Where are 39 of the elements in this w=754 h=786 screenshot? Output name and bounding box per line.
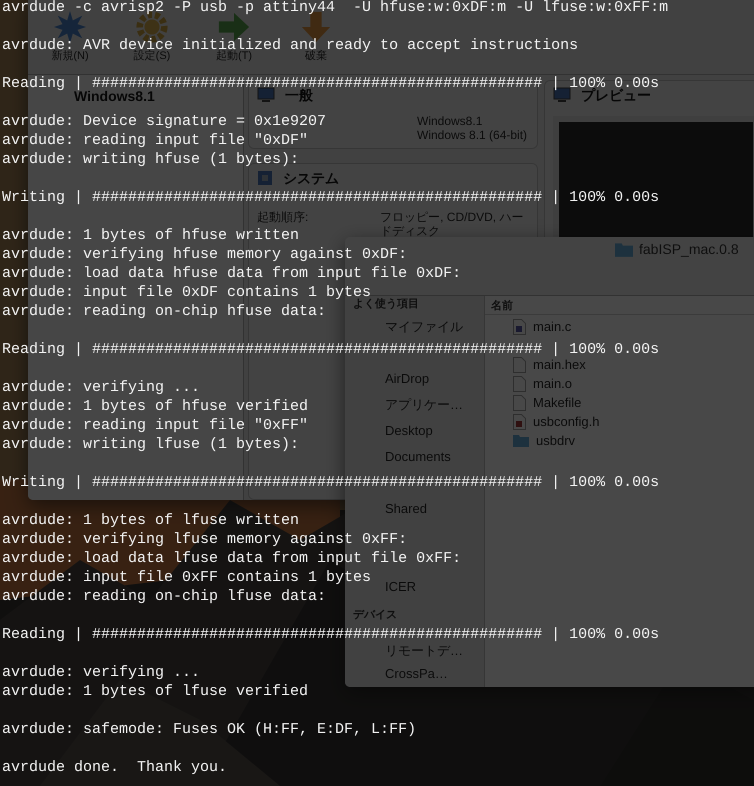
terminal-line: avrdude: input file 0xDF contains 1 bytes xyxy=(2,283,372,301)
vm-name[interactable]: Windows8.1 xyxy=(74,88,155,104)
terminal-line: avrdude: reading input file "0xDF" xyxy=(2,131,308,150)
terminal-line: Writing | ################################################## | 100% 0.00s xyxy=(2,188,660,207)
terminal-line: avrdude: reading input file "0xFF" xyxy=(2,416,308,435)
detail-label: 起動順序: xyxy=(257,210,310,224)
terminal-line: avrdude: reading on-chip hfuse data: xyxy=(2,302,326,321)
terminal-line: avrdude: verifying lfuse memory against 0xFF: xyxy=(2,530,408,549)
panel-title: システム xyxy=(283,170,339,186)
panel-title: プレビュー xyxy=(581,86,651,104)
terminal-line: Reading | ################################################## | 100% 0.00s xyxy=(2,340,660,359)
file-name[interactable]: Makefile xyxy=(533,395,582,410)
terminal-line: avrdude: load data lfuse data from input file 0xFF: xyxy=(2,549,462,568)
detail-value: Windows8.1 xyxy=(417,114,484,128)
terminal-line: avrdude done. Thank you. xyxy=(2,758,228,777)
terminal-line: Reading | ################################################## | 100% 0.00s xyxy=(2,625,660,644)
terminal-line: avrdude: safemode: Fuses OK (H:FF, E:DF, L:FF) xyxy=(2,720,416,739)
terminal-line: avrdude -c avrisp2 -P usb -p attiny44 -U hfuse:w:0xDF:m -U lfuse:w:0xFF:m xyxy=(2,0,668,17)
file-name[interactable]: usbconfig.h xyxy=(533,414,600,429)
file-name[interactable]: usbdrv xyxy=(536,433,576,448)
terminal-line: avrdude: verifying hfuse memory against 0xDF: xyxy=(2,245,408,264)
detail-value: Windows 8.1 (64-bit) xyxy=(417,128,528,142)
terminal-line: avrdude: verifying ... xyxy=(2,663,200,682)
terminal-line: avrdude: 1 bytes of hfuse written xyxy=(2,226,300,245)
file-name[interactable]: main.hex xyxy=(533,357,586,372)
terminal-line: avrdude: load data hfuse data from input file 0xDF: xyxy=(2,264,462,283)
column-header[interactable]: 名前 xyxy=(491,298,513,312)
terminal-line: avrdude: writing lfuse (1 bytes): xyxy=(2,435,300,454)
terminal-line: avrdude: 1 bytes of lfuse written xyxy=(2,511,300,530)
file-name[interactable]: main.o xyxy=(533,376,572,391)
terminal-line: avrdude: 1 bytes of lfuse verified xyxy=(2,682,308,701)
terminal-line: Writing | ################################################## | 100% 0.00s xyxy=(2,473,660,492)
terminal-line: avrdude: verifying ... xyxy=(2,378,200,397)
terminal-line: avrdude: input file 0xFF contains 1 bytes xyxy=(2,568,372,587)
terminal-line: avrdude: Device signature = 0x1e9207 xyxy=(2,112,326,131)
terminal-line: avrdude: writing hfuse (1 bytes): xyxy=(2,150,300,169)
terminal-line: avrdude: 1 bytes of hfuse verified xyxy=(2,397,308,416)
file-name[interactable]: main.c xyxy=(533,319,572,334)
terminal-line: avrdude: reading on-chip lfuse data: xyxy=(2,587,326,606)
